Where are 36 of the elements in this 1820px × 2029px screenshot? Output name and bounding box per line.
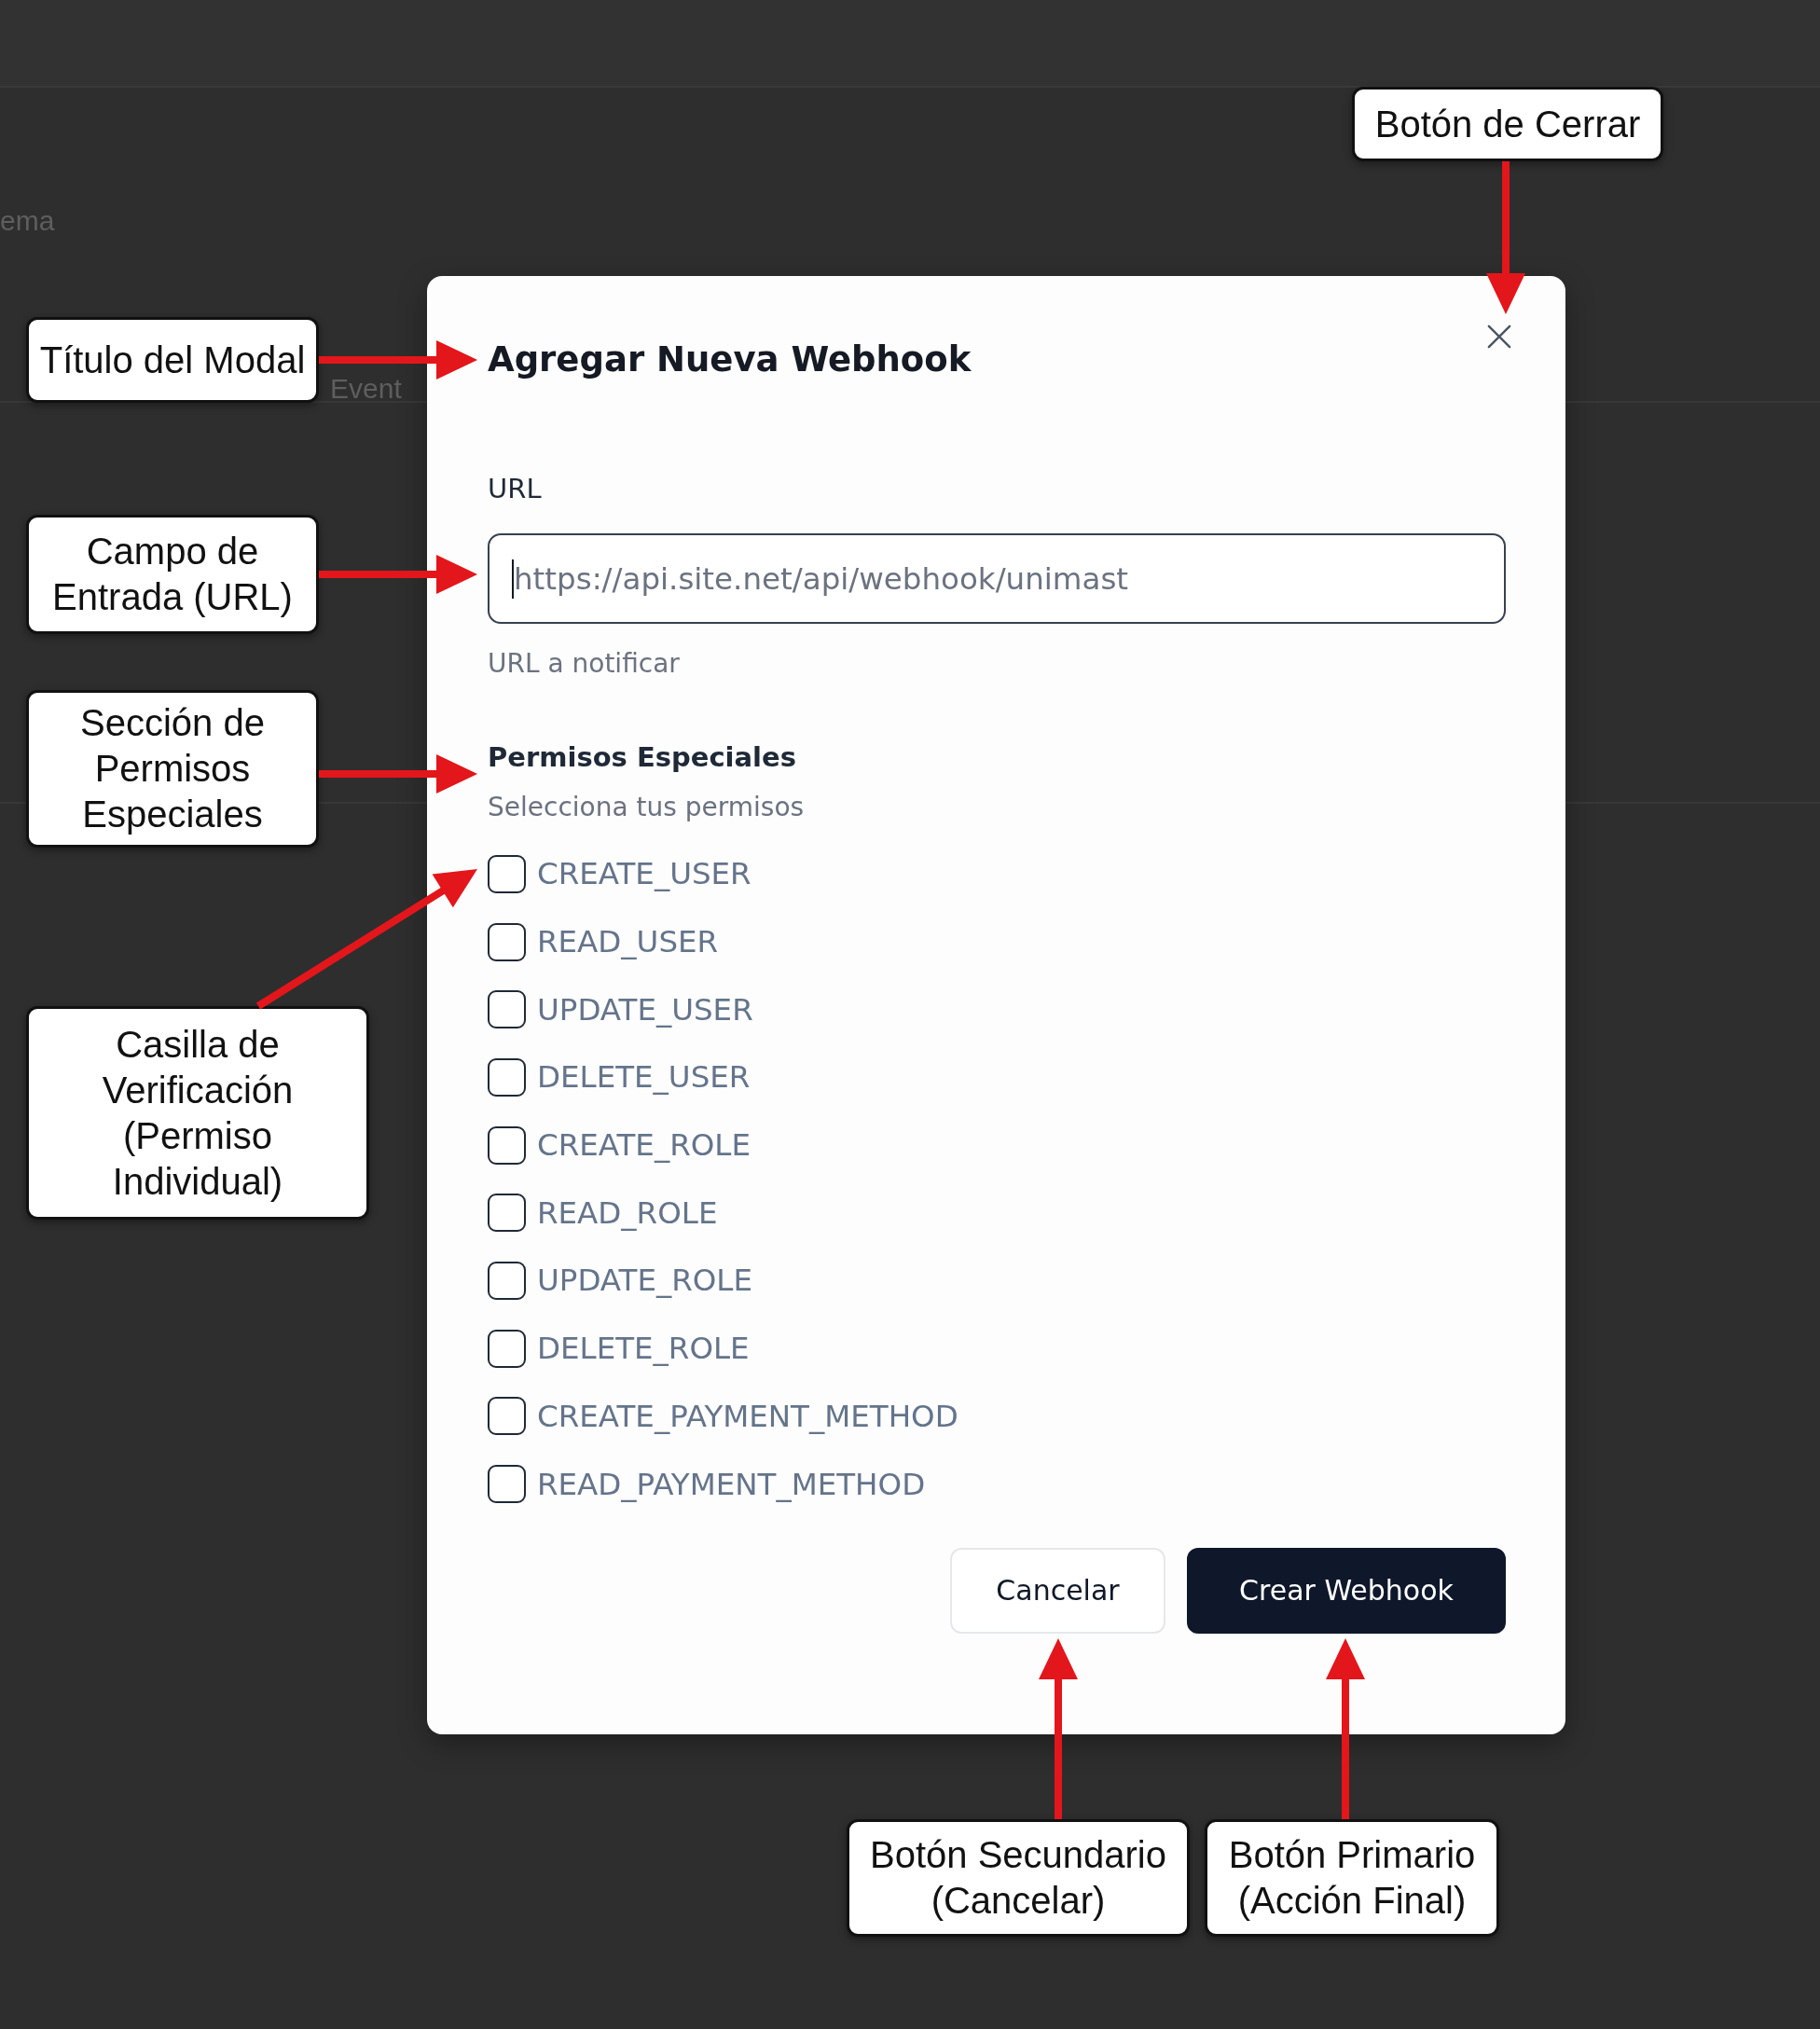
callout-label: Campo de Entrada (URL): [26, 515, 319, 634]
checkbox-label[interactable]: CREATE_USER: [537, 856, 751, 892]
callout-label: Casilla de Verificación (Permiso Individual): [26, 1006, 369, 1220]
create-webhook-button[interactable]: Crear Webhook: [1187, 1547, 1506, 1634]
checkbox-label[interactable]: READ_USER: [537, 924, 719, 960]
checkbox-label[interactable]: UPDATE_ROLE: [537, 1263, 752, 1299]
checkbox[interactable]: [488, 1057, 526, 1097]
checkbox[interactable]: [488, 1194, 526, 1233]
checkbox-label[interactable]: READ_ROLE: [537, 1194, 718, 1231]
checkbox-label[interactable]: DELETE_USER: [537, 1059, 751, 1096]
section-subtitle: Selecciona tus permisos: [488, 793, 806, 822]
callout-label: Título del Modal: [26, 317, 319, 403]
url-input-field[interactable]: https://api.site.net/api/webhook/unimast: [488, 533, 1506, 624]
cancel-button[interactable]: Cancelar: [950, 1547, 1165, 1634]
checkbox[interactable]: [488, 1465, 526, 1504]
checkbox-label[interactable]: DELETE_ROLE: [537, 1331, 750, 1367]
section-title: Permisos Especiales: [488, 741, 797, 773]
checkbox[interactable]: [488, 854, 526, 893]
checkbox-label[interactable]: UPDATE_USER: [537, 991, 753, 1028]
close-icon: [1487, 324, 1511, 349]
callout-label: Botón de Cerrar: [1352, 87, 1663, 161]
field-label: URL: [488, 473, 543, 504]
checkbox-label[interactable]: READ_PAYMENT_METHOD: [537, 1466, 926, 1502]
checkbox[interactable]: [488, 922, 526, 961]
callout-label: Botón Primario (Acción Final): [1205, 1819, 1499, 1937]
modal-title: Agregar Nueva Webhook: [488, 338, 972, 381]
checkbox[interactable]: [488, 990, 526, 1029]
checkbox-label[interactable]: CREATE_ROLE: [537, 1127, 751, 1164]
field-help-text: URL a notificar: [488, 650, 681, 678]
callout-label: Botón Secundario (Cancelar): [847, 1819, 1190, 1937]
checkbox[interactable]: [488, 1125, 526, 1165]
checkbox[interactable]: [488, 1329, 526, 1368]
checkbox[interactable]: [488, 1261, 526, 1300]
callout-label: Sección de Permisos Especiales: [26, 690, 319, 848]
checkbox-label[interactable]: CREATE_PAYMENT_METHOD: [537, 1398, 958, 1434]
checkbox[interactable]: [488, 1397, 526, 1436]
